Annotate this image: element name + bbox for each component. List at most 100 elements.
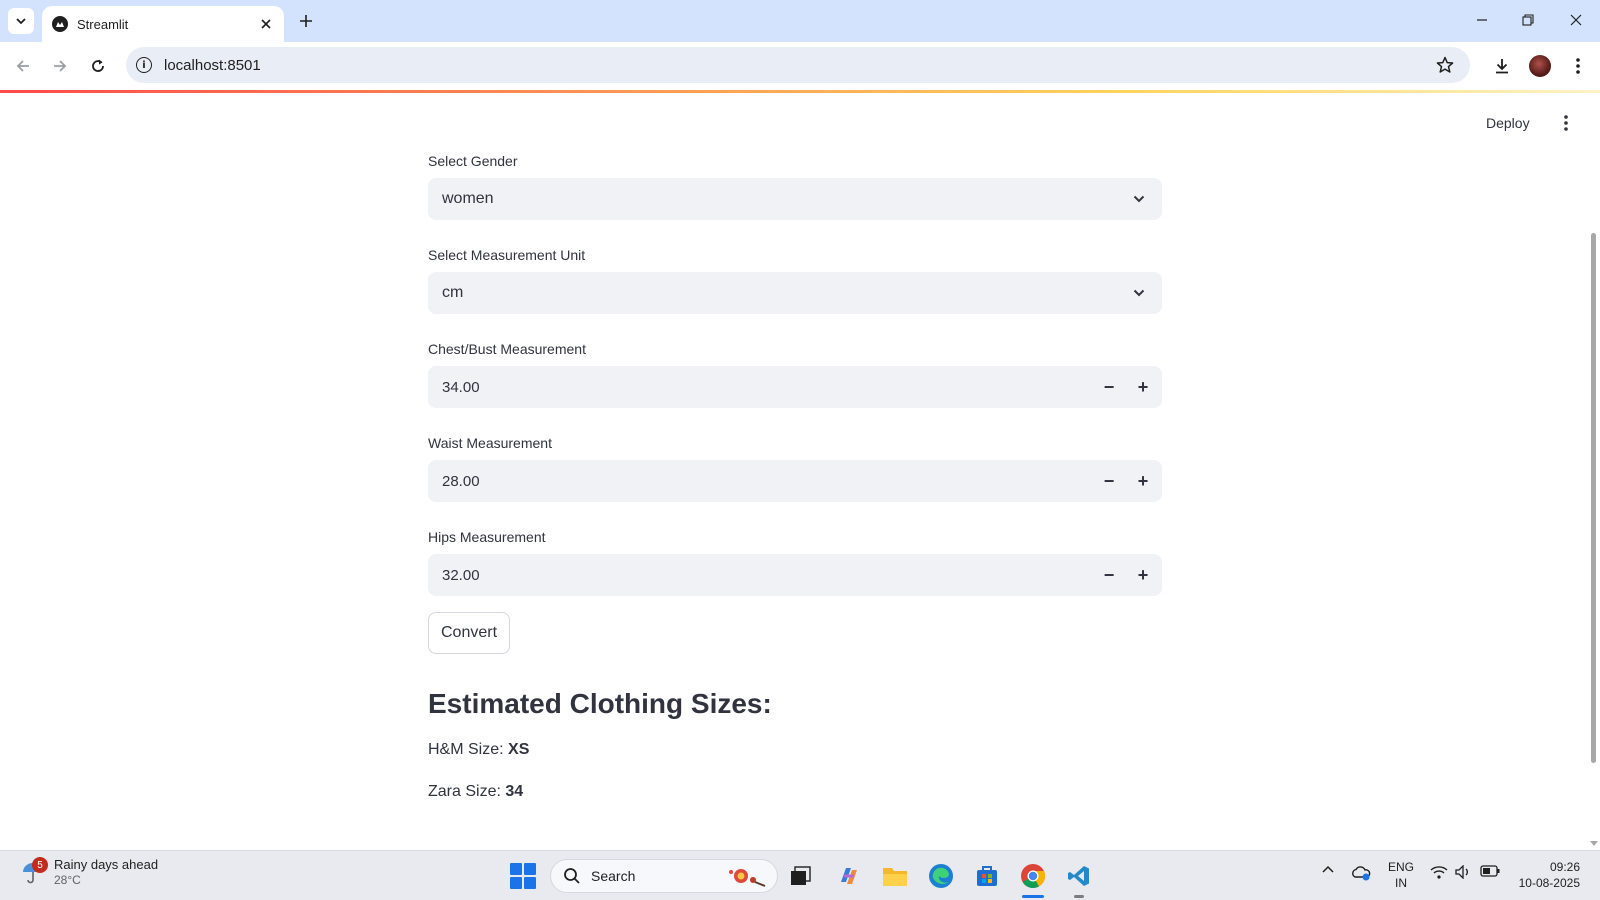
profile-avatar: [1529, 55, 1551, 77]
forward-icon: [54, 60, 67, 72]
zara-size-label: Zara Size:: [428, 783, 506, 800]
tab-title: Streamlit: [77, 16, 129, 32]
search-placeholder: Search: [591, 868, 636, 884]
results-heading: Estimated Clothing Sizes:: [428, 688, 772, 719]
clock-date: 10-08-2025: [1518, 876, 1580, 890]
chevron-down-icon: [16, 18, 26, 25]
hips-number-input[interactable]: 32.00 − +: [428, 554, 1162, 596]
weather-text: Rainy days ahead: [54, 857, 159, 872]
unit-label: Select Measurement Unit: [428, 247, 586, 263]
chest-increment-button[interactable]: +: [1126, 366, 1160, 408]
new-tab-button[interactable]: [294, 9, 318, 33]
zara-size-result: Zara Size: 34: [428, 780, 1162, 804]
window-close-button[interactable]: [1556, 6, 1596, 34]
show-hidden-icons[interactable]: [1320, 865, 1336, 873]
wifi-icon[interactable]: [1430, 865, 1448, 879]
gender-select-value: women: [442, 190, 494, 207]
hips-decrement-button[interactable]: −: [1092, 554, 1126, 596]
unit-select[interactable]: cm: [428, 272, 1162, 314]
forward-button[interactable]: [46, 52, 74, 80]
scroll-down-arrow[interactable]: [1590, 841, 1598, 846]
waist-input-value[interactable]: 28.00: [442, 473, 1092, 490]
hips-label: Hips Measurement: [428, 529, 546, 545]
gender-label: Select Gender: [428, 153, 518, 169]
edge-browser-icon[interactable]: [926, 861, 956, 891]
restore-button[interactable]: [1508, 6, 1548, 34]
back-icon: [16, 60, 29, 72]
waist-increment-button[interactable]: +: [1126, 460, 1160, 502]
battery-icon[interactable]: [1480, 865, 1500, 877]
chest-input-value[interactable]: 34.00: [442, 379, 1092, 396]
gender-select[interactable]: women: [428, 178, 1162, 220]
scrollbar-thumb[interactable]: [1591, 233, 1596, 763]
vscode-open-indicator: [1074, 895, 1084, 898]
deploy-button[interactable]: Deploy: [1486, 110, 1530, 136]
system-clock[interactable]: 09:26 10-08-2025: [1510, 859, 1580, 891]
back-button[interactable]: [9, 52, 37, 80]
taskbar: 5 Rainy days ahead 28°C Search ENG IN 09…: [0, 850, 1600, 900]
file-explorer-icon[interactable]: [880, 861, 910, 891]
page-scrollbar[interactable]: [1588, 93, 1600, 850]
chest-label: Chest/Bust Measurement: [428, 341, 586, 357]
minimize-icon: [1477, 19, 1487, 21]
weather-temp: 28°C: [54, 873, 81, 887]
onedrive-icon[interactable]: [1350, 865, 1372, 881]
volume-icon[interactable]: [1454, 865, 1472, 879]
app-menu-button[interactable]: [1556, 110, 1576, 136]
search-highlight-icon: [725, 864, 769, 888]
weather-badge: 5: [32, 857, 48, 873]
url-text[interactable]: localhost:8501: [164, 57, 1434, 74]
info-icon[interactable]: i: [136, 57, 152, 73]
unit-select-value: cm: [442, 284, 464, 301]
kebab-menu-icon: [1576, 58, 1580, 74]
profile-button[interactable]: [1526, 52, 1554, 80]
rain-umbrella-icon: 5: [20, 857, 48, 885]
plus-icon: [300, 15, 312, 27]
hips-increment-button[interactable]: +: [1126, 554, 1160, 596]
download-icon: [1496, 59, 1508, 74]
chest-decrement-button[interactable]: −: [1092, 366, 1126, 408]
zara-size-value: 34: [505, 783, 524, 800]
clock-time: 09:26: [1549, 860, 1580, 874]
hm-size-value: XS: [508, 741, 530, 758]
browser-tab[interactable]: Streamlit: [42, 6, 284, 42]
language-indicator[interactable]: ENG IN: [1386, 859, 1416, 891]
minimize-button[interactable]: [1462, 6, 1502, 34]
taskbar-search[interactable]: Search: [550, 859, 778, 893]
reload-button[interactable]: [84, 52, 112, 80]
search-icon: [564, 868, 580, 884]
vscode-icon[interactable]: [1064, 861, 1094, 891]
language-region: IN: [1395, 876, 1407, 890]
windows-start-icon[interactable]: [510, 863, 536, 889]
tab-search-button[interactable]: [8, 8, 34, 34]
browser-menu-button[interactable]: [1564, 52, 1592, 80]
convert-button[interactable]: Convert: [428, 612, 510, 654]
close-icon[interactable]: [256, 14, 276, 34]
chrome-active-indicator: [1022, 895, 1044, 898]
hm-size-label: H&M Size:: [428, 741, 509, 758]
chevron-down-icon: [1130, 190, 1148, 208]
copilot-icon[interactable]: [834, 861, 864, 891]
task-view-icon[interactable]: [786, 861, 816, 891]
address-bar[interactable]: i localhost:8501: [126, 47, 1470, 83]
download-button[interactable]: [1488, 52, 1516, 80]
waist-label: Waist Measurement: [428, 435, 552, 451]
chrome-icon[interactable]: [1018, 861, 1048, 891]
kebab-menu-icon: [1564, 115, 1568, 131]
browser-tab-strip: Streamlit: [0, 0, 1600, 42]
main-content: Select Gender women Select Measurement U…: [428, 150, 1162, 804]
restore-icon: [1522, 14, 1534, 26]
window-close-icon: [1570, 14, 1582, 26]
chevron-down-icon: [1130, 284, 1148, 302]
browser-toolbar: i localhost:8501: [0, 42, 1600, 90]
weather-widget[interactable]: 5 Rainy days ahead 28°C: [20, 857, 158, 887]
chest-number-input[interactable]: 34.00 − +: [428, 366, 1162, 408]
streamlit-favicon-icon: [52, 16, 68, 32]
microsoft-store-icon[interactable]: [972, 861, 1002, 891]
language-code: ENG: [1387, 860, 1414, 874]
waist-number-input[interactable]: 28.00 − +: [428, 460, 1162, 502]
reload-icon: [92, 59, 104, 72]
star-icon[interactable]: [1434, 54, 1456, 76]
hips-input-value[interactable]: 32.00: [442, 567, 1092, 584]
waist-decrement-button[interactable]: −: [1092, 460, 1126, 502]
